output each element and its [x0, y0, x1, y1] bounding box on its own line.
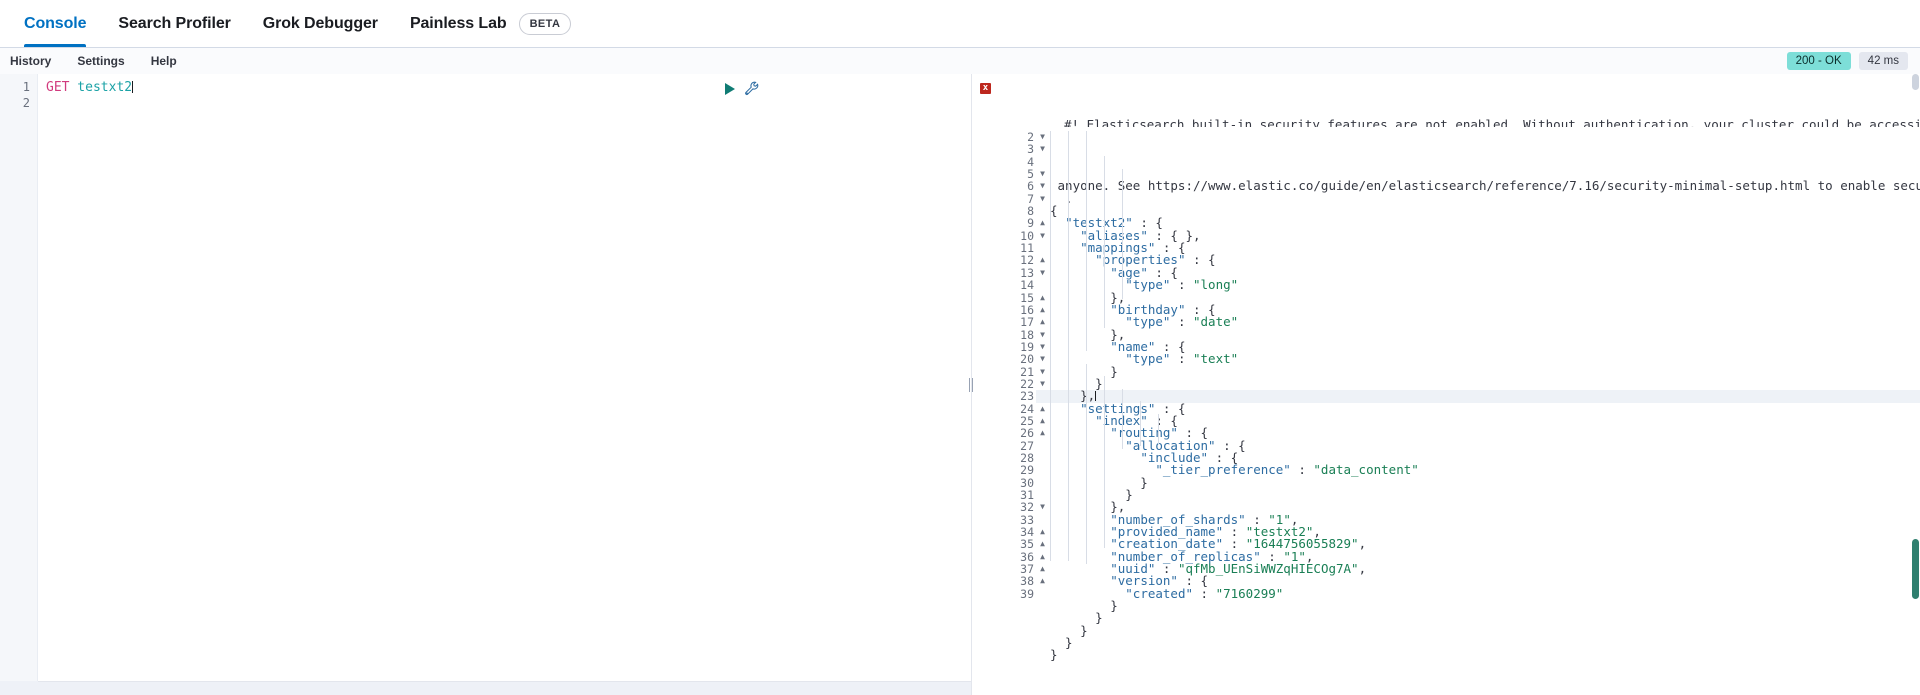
response-line	[1050, 662, 1920, 674]
tab-search-profiler-label: Search Profiler	[118, 14, 231, 32]
resize-grip-line	[969, 377, 970, 392]
response-line-number: 20 ▼	[1020, 352, 1045, 367]
indent-guide	[1086, 131, 1087, 351]
indent-guide	[1122, 389, 1123, 449]
request-editor[interactable]: 1 2 GET testxt2	[0, 74, 971, 681]
response-line: }	[1050, 647, 1058, 663]
response-line: }	[1050, 635, 1073, 651]
response-line-number: 17 ▲	[1020, 315, 1045, 330]
tab-console[interactable]: Console	[8, 0, 102, 47]
tab-painless-lab-label: Painless Lab	[409, 14, 507, 32]
indent-guide	[1104, 156, 1105, 328]
response-line-number-blank	[1000, 106, 1036, 118]
response-gutter: 2 ▼ 3 ▼ 4 5 ▼ 6 ▼ 7 ▼ 8 9 ▲ 10 ▼ 11 12 ▲ 13 ▼ 14 15 ▲ 16 ▲ 17 ▲ 18 ▼ 1…	[1000, 74, 1045, 695]
duration-badge: 42 ms	[1858, 52, 1908, 70]
help-link[interactable]: Help	[151, 54, 177, 68]
response-line: }	[1050, 487, 1133, 502]
response-line-number: 23	[1020, 389, 1034, 404]
request-line-number: 1	[22, 80, 30, 94]
response-line: "created" : "7160299"	[1125, 585, 1284, 601]
response-line: }	[1050, 474, 1148, 490]
response-code[interactable]: #! Elasticsearch built-in security featu…	[1036, 74, 1920, 695]
response-output-pane[interactable]: x 2 ▼ 3 ▼ 4 5 ▼ 6 ▼ 7 ▼ 8 9 ▲ 10 ▼ 11 12 ▲ 13 ▼ 14 15 ▲ 16 ▲ 17 ▲ 18…	[972, 74, 1920, 695]
pane-resize-handle[interactable]	[966, 376, 976, 394]
response-line-number: 15 ▲	[1020, 290, 1045, 305]
response-line: "type" : "date"	[1125, 314, 1239, 330]
editor-action-buttons	[725, 81, 759, 96]
response-marker-column: x	[972, 74, 1000, 695]
request-editor-pane[interactable]: 1 2 GET testxt2	[0, 74, 973, 695]
wrench-icon[interactable]	[744, 81, 759, 96]
response-line-number: 35 ▲	[1020, 537, 1045, 552]
response-line: {	[1050, 203, 1058, 219]
response-line-number: 26 ▲	[1020, 426, 1045, 441]
console-sub-toolbar: History Settings Help 200 - OK 42 ms	[0, 48, 1920, 74]
request-path: testxt2	[69, 80, 133, 95]
indent-guide	[1050, 131, 1051, 561]
scrollbar-thumb[interactable]	[1912, 539, 1919, 599]
editor-gutter-stub	[0, 681, 38, 695]
response-line-number: 14	[1020, 278, 1034, 293]
request-line	[46, 96, 971, 112]
response-line: "properties" : {	[1095, 252, 1216, 268]
response-scrollbar[interactable]	[1911, 74, 1920, 695]
request-code[interactable]: GET testxt2	[38, 74, 971, 681]
indent-guide	[1140, 401, 1141, 446]
editor-bottom-strip	[0, 681, 971, 695]
warning-line: anyone. See https://www.elastic.co/guide…	[1050, 178, 1920, 194]
settings-link[interactable]: Settings	[77, 54, 124, 68]
response-line-number: 32 ▼	[1020, 500, 1045, 515]
response-line: }	[1050, 363, 1118, 379]
history-link[interactable]: History	[10, 54, 51, 68]
indent-guide	[1158, 414, 1159, 444]
response-line: "type" : "text"	[1125, 351, 1239, 367]
response-line-number: 39	[1020, 586, 1034, 601]
scrollbar-thumb-top[interactable]	[1912, 74, 1919, 90]
tab-console-label: Console	[24, 14, 87, 32]
tab-search-profiler[interactable]: Search Profiler	[102, 0, 246, 47]
response-line: }	[1050, 375, 1103, 391]
tab-painless-lab[interactable]: Painless Lab	[394, 0, 523, 47]
response-line-number: 38 ▲	[1020, 574, 1045, 589]
status-badge: 200 - OK	[1786, 52, 1851, 70]
resize-grip-line	[972, 377, 973, 392]
wrench-icon-svg	[745, 81, 759, 96]
error-marker-icon[interactable]: x	[980, 83, 991, 94]
response-line: "type" : "long"	[1125, 277, 1239, 293]
response-line: }	[1050, 610, 1103, 626]
warning-partial-row: #! Elasticsearch built-in security featu…	[1050, 119, 1920, 156]
response-line-number: 9 ▲	[1027, 216, 1045, 231]
response-line: }	[1050, 622, 1088, 638]
warning-line-tail: .	[1050, 190, 1073, 206]
response-line-number: 6 ▼	[1027, 179, 1045, 194]
request-line: GET testxt2	[46, 80, 971, 96]
request-line-number: 2	[22, 95, 30, 110]
beta-badge: BETA	[518, 12, 572, 35]
request-gutter: 1 2	[0, 74, 38, 681]
play-icon[interactable]	[725, 82, 735, 95]
tab-grok-debugger-label: Grok Debugger	[262, 14, 378, 32]
response-line-number: 29	[1020, 463, 1034, 478]
tab-grok-debugger[interactable]: Grok Debugger	[247, 0, 394, 47]
top-tab-bar: Console Search Profiler Grok Debugger Pa…	[0, 0, 1920, 48]
response-line: }	[1050, 598, 1118, 614]
text-caret	[132, 81, 134, 93]
indent-guide	[1086, 364, 1087, 564]
console-main: 1 2 GET testxt2 x 2 ▼ 3 ▼ 4 5 ▼ 6 ▼ 7 ▼ …	[0, 74, 1920, 695]
indent-guide	[1104, 376, 1105, 548]
response-status-group: 200 - OK 42 ms	[1786, 52, 1908, 70]
response-line: "settings" : {	[1080, 400, 1186, 416]
response-line-number: 3 ▼	[1027, 142, 1045, 157]
http-method: GET	[46, 80, 70, 95]
response-line-number: 12 ▲	[1020, 253, 1045, 268]
indent-guide	[1068, 131, 1069, 561]
response-editor[interactable]: x 2 ▼ 3 ▼ 4 5 ▼ 6 ▼ 7 ▼ 8 9 ▲ 10 ▼ 11 12 ▲ 13 ▼ 14 15 ▲ 16 ▲ 17 ▲ 18…	[972, 74, 1920, 695]
indent-guide	[1122, 169, 1123, 299]
response-line: "_tier_preference" : "data_content"	[1155, 462, 1419, 478]
warning-line-partial: #! Elasticsearch built-in security featu…	[1064, 118, 1920, 127]
